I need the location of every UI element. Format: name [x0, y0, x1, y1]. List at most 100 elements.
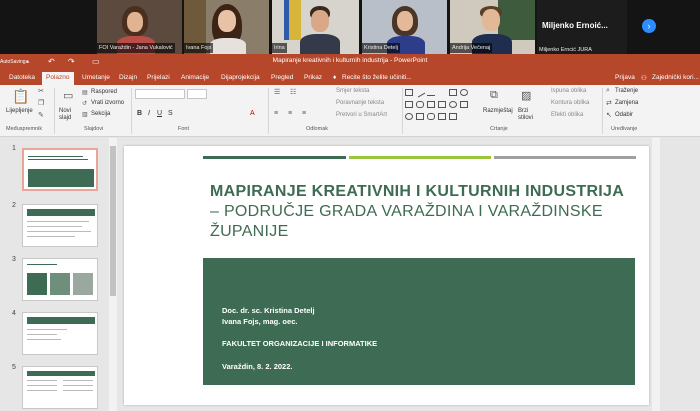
- shape-outline-button[interactable]: Kontura oblika: [551, 100, 589, 106]
- quick-styles-icon: ▨: [521, 90, 532, 102]
- video-tile[interactable]: Ivana Fojs: [184, 0, 269, 54]
- tab-slideshow[interactable]: Dijaprojekcija: [221, 74, 260, 81]
- share-button[interactable]: Zajednički kori...: [652, 74, 699, 81]
- shape-rect[interactable]: [416, 113, 424, 120]
- tab-review[interactable]: Pregled: [271, 74, 293, 81]
- slide-thumbnail-2[interactable]: [22, 204, 98, 247]
- thumb-text-line: [27, 231, 91, 232]
- paste-icon[interactable]: 📋: [12, 88, 29, 105]
- underline-button[interactable]: U: [157, 110, 162, 117]
- thumbnail-scrollbar[interactable]: [109, 138, 117, 411]
- align-text-button[interactable]: Poravnanje teksta: [336, 100, 384, 106]
- shape-effects-button[interactable]: Efekti oblika: [551, 112, 583, 118]
- quick-styles-button[interactable]: Brzi stilovi: [518, 108, 536, 122]
- bullets-icon[interactable]: ☰: [274, 88, 280, 96]
- slide-thumbnail-4[interactable]: [22, 312, 98, 355]
- video-tile[interactable]: Kristina Detelj: [362, 0, 447, 54]
- shape-rounded-rect[interactable]: [416, 101, 424, 108]
- shape-rect[interactable]: [449, 113, 457, 120]
- replace-button[interactable]: Zamjena: [615, 100, 638, 106]
- video-tile-no-camera[interactable]: Miljenko Ernoić... Miljenko Erncić JURA: [537, 0, 627, 54]
- video-tile[interactable]: Andrija Večenaj: [450, 0, 535, 54]
- powerpoint-window: AutoSaving... ▪ ↶ ↷ ▭ Mapiranje kreativn…: [0, 54, 700, 411]
- sign-in-link[interactable]: Prijava: [615, 74, 635, 81]
- participant-display-name: Miljenko Ernoić...: [542, 21, 608, 30]
- tab-home[interactable]: Polazno: [42, 72, 74, 85]
- shape-rect[interactable]: [427, 101, 435, 108]
- next-page-button[interactable]: ›: [642, 19, 656, 33]
- video-strip: FOI Varaždin - Jana Vukalović Ivana Fojs…: [0, 0, 700, 54]
- text-direction-button[interactable]: Smjer teksta: [336, 88, 369, 94]
- new-slide-button[interactable]: Novi slajd: [59, 108, 79, 122]
- tell-me-search[interactable]: Recite što želite učiniti...: [342, 74, 412, 81]
- paste-button[interactable]: Lijepljenje: [6, 108, 33, 114]
- shape-oval[interactable]: [460, 89, 468, 96]
- strikethrough-button[interactable]: S: [168, 110, 173, 117]
- shape-rect[interactable]: [438, 113, 446, 120]
- slide-number: 3: [12, 256, 16, 263]
- font-group-label: Font: [178, 126, 190, 132]
- format-painter-icon[interactable]: ✎: [38, 111, 44, 119]
- participant-video: [210, 38, 246, 54]
- scrollbar-thumb[interactable]: [110, 146, 116, 296]
- slide-number: 2: [12, 202, 16, 209]
- italic-button[interactable]: I: [148, 110, 150, 117]
- font-size-dropdown[interactable]: [187, 89, 207, 99]
- slide-scrollbar[interactable]: [652, 138, 660, 411]
- arrange-icon: ⧉: [490, 89, 498, 101]
- copy-icon[interactable]: ❐: [38, 99, 44, 107]
- section-button[interactable]: Sekcija: [91, 111, 110, 117]
- slide-info-box[interactable]: Doc. dr. sc. Kristina Detelj Ivana Fojs,…: [203, 258, 635, 385]
- tab-insert[interactable]: Umetanje: [82, 74, 110, 81]
- shape-rect[interactable]: [405, 89, 413, 96]
- slide-editing-area: MAPIRANJE KREATIVNIH I KULTURNIH INDUSTR…: [118, 138, 700, 411]
- thumb-header: [27, 317, 95, 324]
- video-tile[interactable]: FOI Varaždin - Jana Vukalović: [97, 0, 182, 54]
- shape-rect[interactable]: [438, 101, 446, 108]
- shape-oval[interactable]: [449, 101, 457, 108]
- find-button[interactable]: Traženje: [615, 88, 638, 94]
- new-slide-icon[interactable]: ▭: [63, 89, 73, 102]
- tab-transitions[interactable]: Prijelazi: [147, 74, 170, 81]
- shape-line[interactable]: [427, 89, 435, 96]
- smartart-button[interactable]: Pretvori u SmartArt: [336, 112, 387, 118]
- slide-thumbnail-1[interactable]: [22, 148, 98, 191]
- align-center-icon[interactable]: ≡: [288, 110, 292, 117]
- shape-oval[interactable]: [405, 113, 413, 120]
- slide-thumbnail-3[interactable]: [22, 258, 98, 301]
- numbering-icon[interactable]: ☷: [290, 88, 296, 96]
- arrange-button[interactable]: Razmještaj: [483, 108, 513, 114]
- layout-button[interactable]: Raspored: [91, 89, 117, 95]
- shape-rect[interactable]: [460, 101, 468, 108]
- tab-view[interactable]: Prikaz: [304, 74, 322, 81]
- thumb-text-line: [27, 385, 57, 386]
- cut-icon[interactable]: ✂: [38, 87, 44, 95]
- shape-rect[interactable]: [405, 101, 413, 108]
- align-right-icon[interactable]: ≡: [302, 110, 306, 117]
- separator: [131, 88, 132, 134]
- tab-animations[interactable]: Animacije: [181, 74, 209, 81]
- bold-button[interactable]: B: [137, 110, 142, 117]
- shape-fill-button[interactable]: Ispuna oblika: [551, 88, 586, 94]
- tab-file[interactable]: Datoteka: [9, 74, 35, 81]
- drawing-group-label: Crtanje: [490, 126, 508, 132]
- font-color-button[interactable]: A: [250, 110, 255, 117]
- font-name-dropdown[interactable]: [135, 89, 185, 99]
- shape-rect[interactable]: [449, 89, 457, 96]
- reset-button[interactable]: Vrati izvorno: [91, 100, 124, 106]
- layout-icon: ▤: [82, 90, 88, 96]
- slide-number: 1: [12, 145, 16, 152]
- decorative-bar-lime: [349, 156, 491, 159]
- slide-thumbnail-5[interactable]: [22, 366, 98, 409]
- tab-design[interactable]: Dizajn: [119, 74, 137, 81]
- shape-rounded-rect[interactable]: [427, 113, 435, 120]
- shape-line[interactable]: [414, 87, 426, 98]
- select-button[interactable]: Odabir: [615, 112, 633, 118]
- slide-title[interactable]: MAPIRANJE KREATIVNIH I KULTURNIH INDUSTR…: [210, 182, 630, 242]
- current-slide[interactable]: MAPIRANJE KREATIVNIH I KULTURNIH INDUSTR…: [124, 146, 649, 405]
- video-tile[interactable]: Irina: [272, 0, 359, 54]
- thumb-green-box: [27, 273, 47, 295]
- align-left-icon[interactable]: ≡: [274, 110, 278, 117]
- shapes-gallery[interactable]: [405, 87, 475, 123]
- editing-group-label: Uređivanje: [611, 126, 638, 132]
